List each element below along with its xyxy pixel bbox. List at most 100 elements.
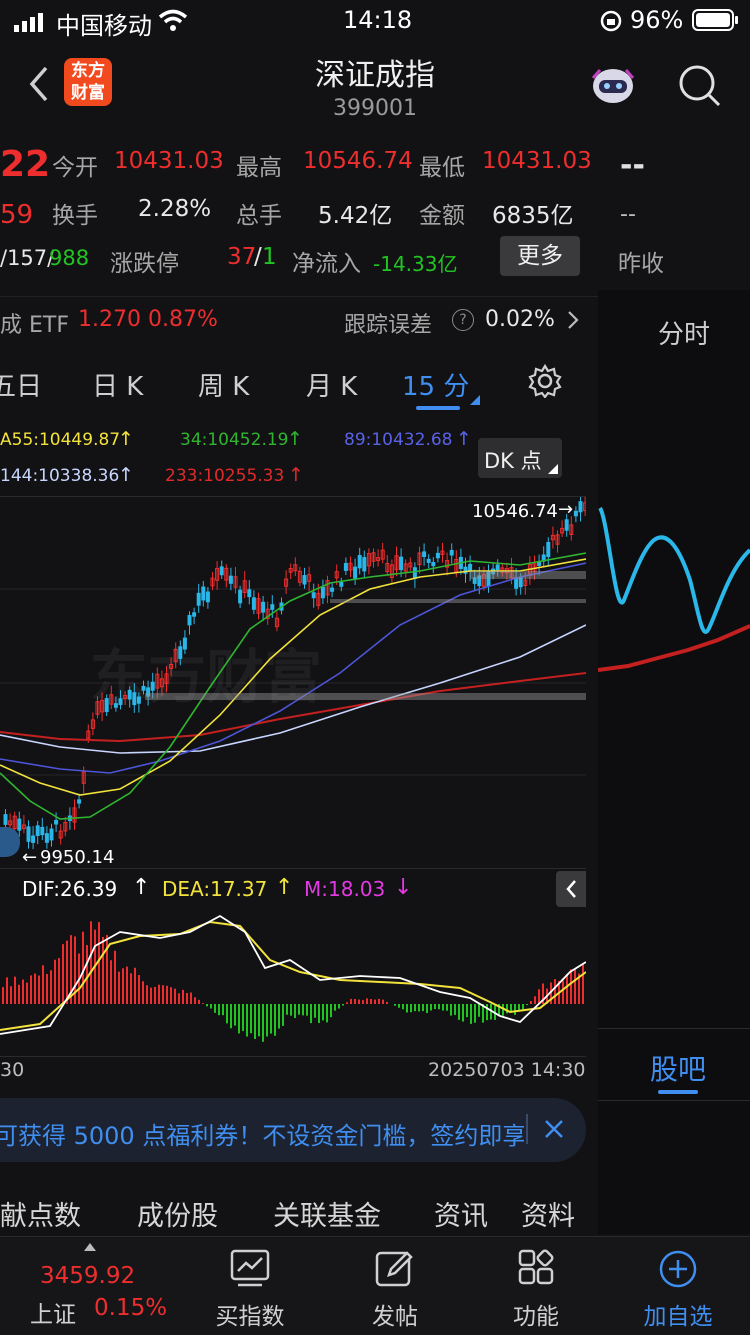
tab-week-k[interactable]: 周 K — [198, 366, 249, 403]
expand-panel-button[interactable] — [556, 871, 586, 907]
low-label: 最低 — [419, 155, 465, 181]
macd-bar — [146, 985, 148, 1004]
tab-contribution[interactable]: 献点数 — [0, 1194, 81, 1233]
tab-constituents[interactable]: 成份股 — [137, 1194, 218, 1233]
wifi-icon — [158, 8, 188, 38]
macd-bar — [98, 922, 100, 1004]
macd-bar — [526, 1004, 528, 1006]
tab-profile[interactable]: 资料 — [521, 1194, 575, 1233]
edit-icon — [375, 1249, 415, 1293]
settings-gear-icon[interactable] — [528, 363, 562, 402]
macd-bar — [210, 1004, 212, 1009]
candle — [192, 612, 197, 617]
candle — [182, 637, 187, 650]
candle — [31, 835, 36, 843]
tab-day-k[interactable]: 日 K — [92, 366, 143, 403]
tab-related-funds[interactable]: 关联基金 — [273, 1194, 381, 1233]
macd-bar — [198, 999, 200, 1004]
macd-bar — [294, 1004, 296, 1019]
candle — [238, 589, 243, 604]
banner-divider — [526, 1114, 528, 1144]
candle — [537, 561, 542, 566]
candle — [150, 681, 155, 691]
macd-bar — [446, 1004, 448, 1011]
more-button[interactable]: 更多 — [500, 236, 580, 276]
etf-row[interactable]: 成 ETF 1.270 0.87% 跟踪误差 ? 0.02% — [0, 296, 598, 343]
candle — [178, 646, 183, 659]
time-axis-left: 30 — [0, 1059, 25, 1081]
macd-bar — [334, 1004, 336, 1011]
candle — [564, 519, 569, 531]
open-label: 今开 — [52, 155, 98, 181]
macd-bar — [454, 1004, 456, 1015]
candle — [196, 592, 201, 606]
macd-bar — [438, 1004, 440, 1010]
macd-bar — [6, 977, 8, 1004]
macd-bar — [514, 1004, 516, 1015]
macd-bar — [142, 981, 144, 1004]
guba-underline — [658, 1090, 698, 1094]
macd-bar — [226, 1004, 228, 1024]
rotation-lock-icon — [600, 10, 622, 38]
tab-15min[interactable]: 15 分 — [402, 366, 469, 403]
candle — [399, 556, 404, 571]
limit-label: 涨跌停 — [110, 251, 179, 277]
fenshi-tab[interactable]: 分时 — [658, 314, 710, 351]
macd-bar — [566, 974, 568, 1004]
macd-bar — [250, 1004, 252, 1034]
macd-bar — [426, 1004, 428, 1014]
close-icon[interactable] — [543, 1118, 565, 1144]
macd-bar — [266, 1004, 268, 1037]
limit-sep: / — [254, 244, 262, 270]
help-icon[interactable]: ? — [452, 309, 474, 331]
etf-name: 成 ETF — [0, 313, 69, 338]
dk-button[interactable]: DK 点 — [478, 438, 562, 478]
guba-tab[interactable]: 股吧 — [650, 1048, 706, 1088]
candle — [435, 552, 440, 559]
section-tabs: 献点数 成份股 关联基金 资讯 资料 — [0, 1190, 598, 1234]
right-dash-2: -- — [620, 202, 636, 227]
macd-bar — [82, 931, 84, 1004]
volume-value: 5.42亿 — [318, 203, 393, 229]
macd-bar — [322, 1004, 324, 1021]
tab-month-k[interactable]: 月 K — [306, 366, 357, 403]
macd-bar — [418, 1004, 420, 1012]
netflow-label: 净流入 — [292, 251, 361, 277]
battery-icon — [692, 8, 740, 38]
tab-five-day[interactable]: 五日 — [0, 366, 42, 403]
macd-bar — [262, 1004, 264, 1042]
macd-bar — [410, 1004, 412, 1013]
netflow-value: -14.33亿 — [373, 252, 458, 276]
high-value: 10546.74 — [303, 148, 413, 174]
macd-bar — [298, 1004, 300, 1015]
promo-banner[interactable]: 可获得 5000 点福利券！不设资金门槛，签约即享 — [0, 1098, 586, 1162]
macd-bar — [50, 970, 52, 1004]
macd-bar — [574, 969, 576, 1004]
macd-bar — [110, 960, 112, 1004]
search-icon[interactable] — [676, 62, 722, 112]
robot-assistant-icon[interactable] — [588, 62, 638, 112]
macd-bar — [190, 992, 192, 1004]
add-circle-icon — [658, 1249, 698, 1293]
prev-close-label: 昨收 — [618, 251, 664, 277]
macd-bar — [430, 1004, 432, 1011]
macd-bar — [202, 1003, 204, 1004]
candle — [113, 703, 118, 708]
tab-news[interactable]: 资讯 — [434, 1194, 488, 1233]
macd-bar — [302, 1004, 304, 1016]
macd-bar — [270, 1004, 272, 1034]
macd-bar — [106, 935, 108, 1004]
macd-bar — [450, 1004, 452, 1016]
index-ticker[interactable]: 3459.92 上证 0.15% — [0, 1237, 180, 1335]
candle — [330, 587, 335, 592]
macd-bar — [58, 958, 60, 1004]
candle — [302, 575, 307, 585]
right-divider — [598, 1028, 750, 1029]
index-change: 0.15% — [94, 1295, 168, 1321]
macd-bar — [346, 1002, 348, 1004]
macd-bar — [350, 998, 352, 1004]
macd-bar — [18, 984, 20, 1004]
macd-bar — [158, 984, 160, 1004]
kline-chart[interactable]: 东方财富 10546.74 → ← 9950.14 — [0, 496, 586, 869]
candle — [44, 833, 49, 843]
